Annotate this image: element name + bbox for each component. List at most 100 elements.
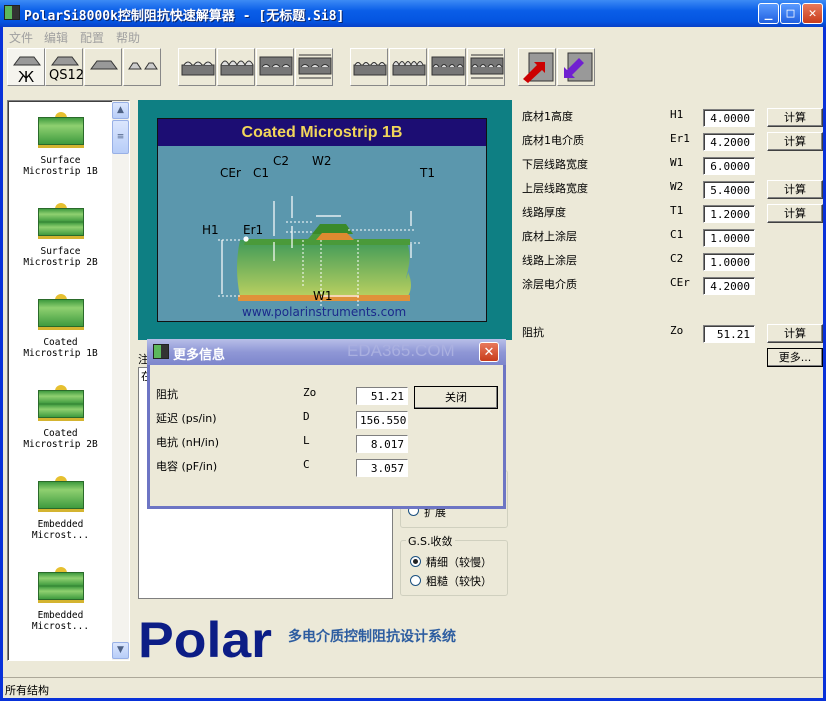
coplanar-icon	[353, 62, 387, 76]
scroll-up-icon[interactable]: ▲	[112, 102, 129, 119]
structure-diagram: Coated Microstrip 1B CEr C1 C2 W2 T1 H1 …	[157, 118, 487, 322]
param-field-er1[interactable]: 4.2000	[703, 133, 755, 151]
structure-list-item[interactable]: Coated Microstrip 2B	[8, 384, 113, 450]
label-h1: H1	[202, 223, 219, 237]
fine-label: 精细（较慢）	[426, 556, 492, 569]
param-label: 底材上涂层	[522, 230, 577, 243]
coarse-radio[interactable]	[410, 575, 421, 586]
param-symbol: H1	[670, 108, 684, 121]
fine-radio[interactable]	[410, 556, 421, 567]
differential-trace-icon	[128, 62, 158, 70]
structure-list-item[interactable]: Embedded Microst...	[8, 566, 113, 632]
param-field-t1[interactable]: 1.2000	[703, 205, 755, 223]
label-w2: W2	[312, 154, 332, 168]
toolbar-structure-12[interactable]	[467, 48, 505, 86]
param-field-w1[interactable]: 6.0000	[703, 157, 755, 175]
info-symbol: L	[303, 434, 310, 447]
status-text: 所有结构	[5, 684, 49, 697]
toolbar-structure-6[interactable]	[217, 48, 255, 86]
toolbar-structure-9[interactable]	[350, 48, 388, 86]
info-symbol: D	[303, 410, 310, 423]
info-field[interactable]: 3.057	[356, 459, 408, 477]
toolbar-structure-7[interactable]	[256, 48, 294, 86]
param-field-w2[interactable]: 5.4000	[703, 181, 755, 199]
svg-text:Polar: Polar	[138, 617, 272, 661]
structure-list-item[interactable]: Surface Microstrip 2B	[8, 202, 113, 268]
menu-help[interactable]: 帮助	[116, 29, 140, 46]
coplanar-icon	[259, 56, 293, 76]
calc-t1-button[interactable]: 计算	[767, 204, 823, 223]
dialog-close-button[interactable]: 关闭	[414, 386, 498, 409]
stripline-icon	[298, 54, 332, 79]
polar-url: www.polarinstruments.com	[242, 305, 407, 319]
calc-w2-button[interactable]: 计算	[767, 180, 823, 199]
param-field-c2[interactable]: 1.0000	[703, 253, 755, 271]
param-label: 下层线路宽度	[522, 158, 588, 171]
menu-file[interactable]: 文件	[9, 29, 33, 46]
label-cer: CEr	[220, 166, 241, 180]
trace-icon	[13, 56, 41, 66]
info-field[interactable]: 8.017	[356, 435, 408, 453]
toolbar-structure-4[interactable]	[123, 48, 161, 86]
structure-thumbnail-icon	[37, 111, 84, 149]
toolbar-structure-qs12[interactable]: QS12	[45, 48, 84, 86]
param-symbol: T1	[670, 204, 684, 217]
menu-config[interactable]: 配置	[80, 29, 104, 46]
scroll-thumb[interactable]: ≡	[112, 120, 129, 154]
scroll-down-icon[interactable]: ▼	[112, 642, 129, 659]
param-label: 底材1电介质	[522, 134, 584, 147]
param-symbol: Er1	[670, 132, 690, 145]
structure-list-item[interactable]: Embedded Microst...	[8, 475, 113, 541]
toolbar-structure-5[interactable]	[178, 48, 216, 86]
coplanar-icon	[220, 60, 254, 76]
polar-logo: Polar	[138, 617, 272, 661]
info-label: 阻抗	[156, 388, 178, 401]
title-bar: PolarSi8000k控制阻抗快速解算器 - [无标题.Si8] _ □ ✕	[0, 0, 826, 27]
structure-list-item[interactable]: Surface Microstrip 1B	[8, 111, 113, 177]
gs-group-title: G.S.收敛	[406, 533, 455, 549]
structure-thumbnail-icon	[37, 475, 84, 513]
dialog-close-icon[interactable]: ✕	[479, 342, 499, 362]
close-button[interactable]: ✕	[802, 3, 823, 24]
param-field-cer[interactable]: 4.2000	[703, 277, 755, 295]
param-label: 线路上涂层	[522, 254, 577, 267]
more-info-dialog: 更多信息 EDA365.COM ✕ 阻抗 Zo 51.21 延迟 (ps/in) D 15…	[147, 339, 506, 509]
coplanar-icon	[392, 61, 426, 76]
info-symbol: C	[303, 458, 310, 471]
impedance-symbol: Zo	[670, 324, 684, 337]
label-er1: Er1	[243, 223, 264, 237]
more-button[interactable]: 更多...	[767, 348, 823, 367]
info-field[interactable]: 156.550	[356, 411, 408, 429]
label-c1: C1	[253, 166, 270, 180]
import-arrow-icon	[564, 52, 593, 82]
param-field-h1[interactable]: 4.0000	[703, 109, 755, 127]
param-symbol: W2	[670, 180, 684, 193]
app-icon	[4, 5, 20, 20]
maximize-button[interactable]: □	[780, 3, 801, 24]
calc-impedance-button[interactable]: 计算	[767, 324, 823, 343]
export-button[interactable]	[518, 48, 556, 86]
calc-er1-button[interactable]: 计算	[767, 132, 823, 151]
menu-edit[interactable]: 编辑	[44, 29, 68, 46]
minimize-button[interactable]: _	[758, 3, 779, 24]
toolbar-structure-11[interactable]	[428, 48, 466, 86]
impedance-label: 阻抗	[522, 326, 544, 339]
param-field-c1[interactable]: 1.0000	[703, 229, 755, 247]
vertical-scrollbar[interactable]: ▲ ≡ ▼	[112, 101, 129, 660]
menu-bar: 文件 编辑 配置 帮助	[3, 27, 823, 46]
structure-thumbnail-icon	[37, 202, 84, 240]
trace-icon	[90, 60, 118, 70]
watermark: EDA365.COM	[347, 341, 455, 360]
structure-list-item[interactable]: Coated Microstrip 1B	[8, 293, 113, 359]
import-button[interactable]	[557, 48, 595, 86]
toolbar-structure-3[interactable]	[84, 48, 122, 86]
toolbar-structure-10[interactable]	[389, 48, 427, 86]
toolbar-structure-8[interactable]	[295, 48, 333, 86]
info-field[interactable]: 51.21	[356, 387, 408, 405]
label-c2: C2	[273, 154, 290, 168]
impedance-field[interactable]: 51.21	[703, 325, 755, 343]
calc-h1-button[interactable]: 计算	[767, 108, 823, 127]
dialog-title: 更多信息	[173, 348, 226, 363]
toolbar-structure-1[interactable]: Ж	[7, 48, 45, 86]
info-label: 延迟 (ps/in)	[156, 412, 217, 425]
